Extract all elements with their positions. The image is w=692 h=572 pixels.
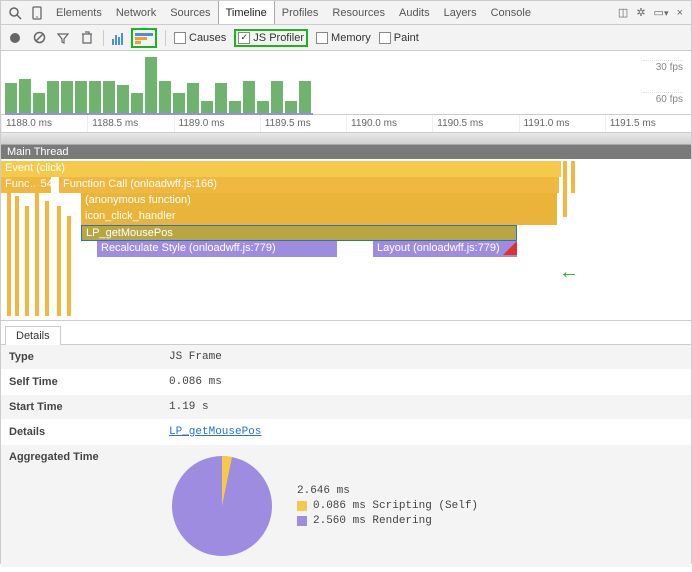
- ruler-tick: 1188.0 ms: [1, 115, 87, 132]
- memory-checkbox[interactable]: Memory: [316, 32, 371, 44]
- causes-label: Causes: [189, 32, 226, 44]
- paint-label: Paint: [394, 32, 419, 44]
- total-time: 2.646 ms: [297, 485, 350, 497]
- flame-chart[interactable]: Main Thread Event (click) Func…54) Funct…: [1, 145, 691, 321]
- flame-event-click[interactable]: Event (click): [1, 161, 561, 177]
- pie-chart: [167, 451, 277, 561]
- fps-30: 30 fps: [643, 60, 683, 73]
- starttime-label: Start Time: [1, 395, 161, 419]
- selftime-label: Self Time: [1, 370, 161, 394]
- clear-icon[interactable]: [31, 30, 47, 46]
- memory-label: Memory: [331, 32, 371, 44]
- details-link[interactable]: LP_getMousePos: [169, 426, 261, 438]
- record-icon[interactable]: [7, 30, 23, 46]
- tab-sources[interactable]: Sources: [163, 1, 217, 24]
- scripting-swatch-icon: [297, 501, 307, 511]
- details-label: Details: [1, 420, 161, 444]
- selftime-value: 0.086 ms: [161, 370, 230, 394]
- timeline-subbar: Causes JS Profiler Memory Paint: [1, 25, 691, 51]
- highlight-arrow-icon: ←: [559, 261, 579, 284]
- scrubber[interactable]: [1, 133, 691, 145]
- ruler-tick: 1191.0 ms: [519, 115, 605, 132]
- panel-tabs: Elements Network Sources Timeline Profil…: [49, 1, 538, 24]
- flame-recalc[interactable]: Recalculate Style (onloadwff.js:779): [97, 241, 337, 257]
- ruler-tick: 1189.0 ms: [174, 115, 260, 132]
- jsprofiler-checkbox[interactable]: JS Profiler: [238, 32, 304, 44]
- view-bars-icon[interactable]: [112, 31, 123, 45]
- view-flame-icon[interactable]: [131, 28, 157, 48]
- aggtime-label: Aggregated Time: [1, 445, 161, 469]
- trash-icon[interactable]: [79, 30, 95, 46]
- flame-anon[interactable]: (anonymous function): [81, 193, 557, 209]
- flame-func-call[interactable]: Function Call (onloadwff.js:166): [59, 177, 559, 193]
- starttime-value: 1.19 s: [161, 395, 217, 419]
- tab-timeline[interactable]: Timeline: [218, 1, 275, 24]
- details-panel: Type JS Frame Self Time 0.086 ms Start T…: [1, 344, 691, 568]
- tab-console[interactable]: Console: [484, 1, 538, 24]
- causes-checkbox[interactable]: Causes: [174, 32, 226, 44]
- tab-layers[interactable]: Layers: [437, 1, 484, 24]
- dock-icon[interactable]: ▭▾: [654, 6, 669, 19]
- tab-resources[interactable]: Resources: [325, 1, 392, 24]
- tab-elements[interactable]: Elements: [49, 1, 109, 24]
- filter-icon[interactable]: [55, 30, 71, 46]
- device-icon[interactable]: [27, 3, 47, 23]
- rendering-legend: 2.560 ms Rendering: [313, 515, 432, 527]
- fps-60: 60 fps: [643, 92, 683, 105]
- ruler-tick: 1188.5 ms: [87, 115, 173, 132]
- ruler-tick: 1191.5 ms: [605, 115, 691, 132]
- gear-icon[interactable]: ✲: [636, 6, 645, 19]
- tab-network[interactable]: Network: [109, 1, 163, 24]
- time-ruler[interactable]: 1188.0 ms 1188.5 ms 1189.0 ms 1189.5 ms …: [1, 115, 691, 133]
- details-tab[interactable]: Details: [5, 326, 61, 345]
- paint-checkbox[interactable]: Paint: [379, 32, 419, 44]
- drawer-icon[interactable]: ◫: [618, 6, 628, 19]
- search-icon[interactable]: [5, 3, 25, 23]
- thread-header: Main Thread: [1, 145, 691, 159]
- close-icon[interactable]: ×: [677, 7, 683, 19]
- ruler-tick: 1190.5 ms: [432, 115, 518, 132]
- tab-profiles[interactable]: Profiles: [275, 1, 326, 24]
- type-value: JS Frame: [161, 345, 230, 369]
- rendering-swatch-icon: [297, 516, 307, 526]
- tab-audits[interactable]: Audits: [392, 1, 437, 24]
- jsprofiler-label: JS Profiler: [253, 32, 304, 44]
- overview-chart[interactable]: 30 fps 60 fps: [1, 51, 691, 115]
- devtools-toolbar: Elements Network Sources Timeline Profil…: [1, 1, 691, 25]
- type-label: Type: [1, 345, 161, 369]
- flame-selected[interactable]: LP_getMousePos: [81, 225, 517, 241]
- ruler-tick: 1189.5 ms: [260, 115, 346, 132]
- flame-handler[interactable]: icon_click_handler: [81, 209, 557, 225]
- scripting-legend: 0.086 ms Scripting (Self): [313, 500, 478, 512]
- fps-labels: 30 fps 60 fps: [643, 51, 683, 114]
- ruler-tick: 1190.0 ms: [346, 115, 432, 132]
- flame-layout[interactable]: Layout (onloadwff.js:779): [373, 241, 517, 257]
- warning-triangle-icon[interactable]: [503, 241, 517, 255]
- jsprofiler-highlight: JS Profiler: [234, 29, 308, 47]
